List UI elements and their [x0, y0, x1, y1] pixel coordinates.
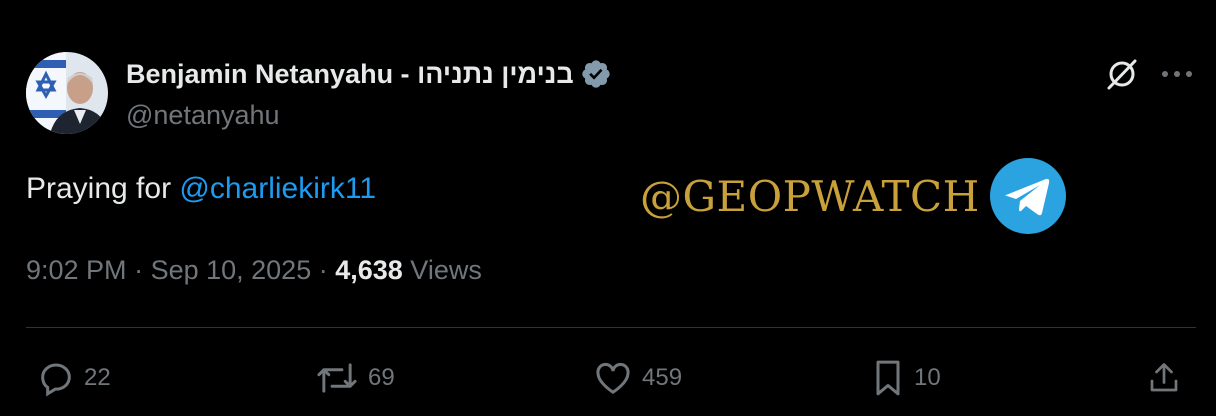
watermark-text: @GEOPWATCH: [640, 171, 980, 221]
avatar[interactable]: [26, 52, 108, 134]
telegram-icon: [989, 158, 1066, 234]
author-name-text[interactable]: Benjamin Netanyahu - בנימין נתניהו: [126, 59, 574, 90]
tweet-time[interactable]: 9:02 PM: [26, 255, 127, 285]
repost-button[interactable]: 69: [314, 358, 395, 398]
meta-separator: ·: [126, 255, 151, 285]
tweet-text: Praying for @charliekirk11: [26, 172, 376, 206]
share-icon: [1150, 363, 1178, 392]
heart-icon: [596, 362, 630, 394]
divider: [26, 327, 1196, 328]
grok-icon[interactable]: [1105, 57, 1139, 91]
more-options-icon[interactable]: [1160, 64, 1194, 84]
tweet-card: Benjamin Netanyahu - בנימין נתניהו @neta…: [0, 0, 1216, 416]
verified-badge-icon: [582, 60, 610, 88]
meta-separator: ·: [311, 255, 336, 285]
reply-count: 22: [84, 364, 111, 391]
reply-icon: [41, 363, 71, 397]
tweet-text-prefix: Praying for: [26, 172, 180, 205]
watermark: @GEOPWATCH: [640, 156, 1068, 236]
repost-icon: [317, 363, 357, 393]
author-display-name[interactable]: Benjamin Netanyahu - בנימין נתניהו: [126, 58, 612, 90]
bookmark-icon: [876, 360, 900, 396]
like-button[interactable]: 459: [592, 358, 682, 398]
bookmark-count: 10: [914, 364, 941, 391]
views-count: 4,638: [335, 255, 403, 285]
mention-link[interactable]: @charliekirk11: [179, 172, 376, 205]
author-handle[interactable]: @netanyahu: [126, 100, 280, 131]
views-label: Views: [402, 255, 482, 285]
like-count: 459: [642, 364, 683, 391]
bookmark-button[interactable]: 10: [870, 358, 941, 398]
reply-button[interactable]: 22: [36, 358, 111, 398]
tweet-meta: 9:02 PM · Sep 10, 2025 · 4,638 Views: [26, 255, 482, 286]
share-button[interactable]: [1146, 358, 1182, 398]
repost-count: 69: [368, 364, 395, 391]
tweet-date[interactable]: Sep 10, 2025: [151, 255, 312, 285]
